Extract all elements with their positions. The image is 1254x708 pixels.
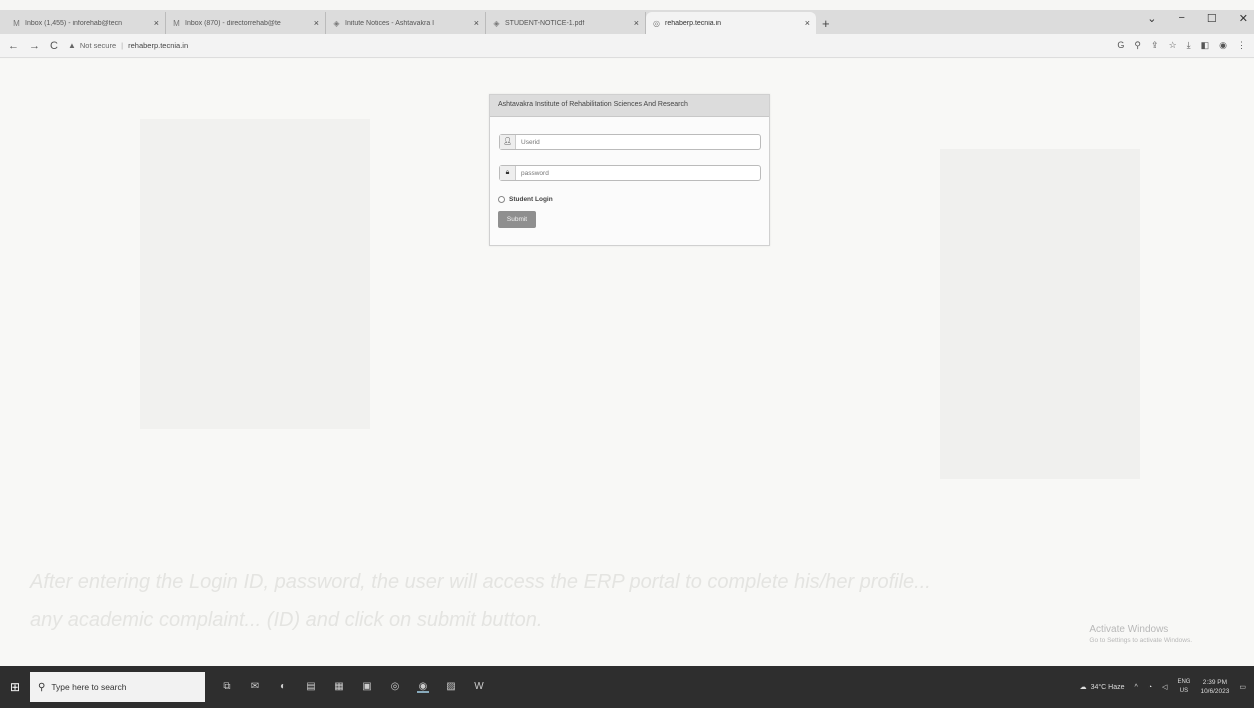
clock-time: 2:39 PM [1202, 679, 1228, 686]
site-icon: ◈ [333, 18, 340, 28]
download-icon[interactable]: ⤓ [1187, 40, 1191, 51]
lang-code: ENG [1177, 679, 1191, 685]
weather-widget[interactable]: ☁ 34°C Haze [1079, 683, 1125, 692]
back-icon[interactable]: ← [8, 40, 19, 52]
close-icon[interactable]: × [805, 18, 810, 28]
browser-toolbar: ← → C ▲ Not secure | rehaberp.tecnia.in … [0, 34, 1254, 58]
tab-strip: M Inbox (1,455) - inforehab@tecn × M Inb… [0, 10, 1254, 34]
background-text: After entering the Login ID, password, t… [30, 571, 931, 593]
close-icon[interactable]: × [154, 18, 159, 28]
forward-icon[interactable]: → [29, 40, 40, 52]
search-icon: ⚲ [38, 681, 46, 693]
word-icon[interactable]: W [473, 681, 485, 693]
sidepanel-icon[interactable]: ◧ [1201, 40, 1210, 51]
toolbar-icons: G ⚲ ⇪ ☆ ⤓ ◧ ◉ ⋮ [1117, 40, 1246, 51]
warning-icon: ▲ [67, 41, 76, 50]
gmail-icon: M [173, 18, 180, 28]
taskbar-apps: ⧉ ✉ ◐ ▤ ▦ ▣ ◎ ◉ ▨ W [221, 681, 485, 693]
student-login-radio[interactable] [498, 196, 505, 203]
volume-icon[interactable]: ◁ [1162, 683, 1167, 691]
security-label: Not secure [79, 41, 117, 50]
background-text: any academic complaint... (ID) and click… [30, 609, 543, 631]
browser-tab[interactable]: ◈ Initute Notices - Ashtavakra I × [326, 12, 486, 34]
username-field: 👤︎ [499, 134, 761, 150]
activate-windows-watermark: Activate Windows Go to Settings to activ… [1089, 624, 1192, 644]
lang-region: US [1179, 688, 1189, 694]
minimize-button[interactable]: − [1178, 12, 1184, 25]
user-icon: 👤︎ [500, 135, 516, 149]
tab-title: STUDENT-NOTICE-1.pdf [505, 19, 585, 27]
student-login-option[interactable]: Student Login [498, 196, 553, 203]
new-tab-button[interactable]: + [822, 16, 830, 31]
browser-tab[interactable]: ◈ STUDENT-NOTICE-1.pdf × [486, 12, 646, 34]
browser-tab[interactable]: M Inbox (1,455) - inforehab@tecn × [6, 12, 166, 34]
student-login-label: Student Login [509, 196, 553, 203]
chrome-icon[interactable]: ◎ [389, 681, 401, 693]
star-icon[interactable]: ☆ [1169, 40, 1177, 51]
close-window-button[interactable]: ✕ [1239, 12, 1248, 25]
weather-text: 34°C Haze [1090, 683, 1125, 691]
file-explorer-icon[interactable]: ▤ [305, 681, 317, 693]
language-indicator[interactable]: ENG US [1177, 678, 1190, 696]
chrome-active-icon[interactable]: ◉ [417, 681, 429, 693]
reload-icon[interactable]: C [50, 40, 58, 52]
photos-icon[interactable]: ▨ [445, 681, 457, 693]
chevron-down-icon[interactable]: ⌄ [1147, 12, 1156, 25]
site-icon: ◈ [493, 18, 500, 28]
taskbar: ⊞ ⚲ Type here to search ⧉ ✉ ◐ ▤ ▦ ▣ ◎ ◉ … [0, 666, 1254, 708]
tab-title: Inbox (870) - directorrehab@te [185, 19, 281, 27]
browser-tab-active[interactable]: ◎ rehaberp.tecnia.in × [646, 12, 816, 34]
calendar-icon[interactable]: ▣ [361, 681, 373, 693]
close-icon[interactable]: × [314, 18, 319, 28]
notification-icon[interactable]: ▭ [1239, 683, 1246, 691]
profile-icon[interactable]: ◉ [1219, 40, 1227, 51]
lock-icon: 🔒︎ [500, 166, 516, 180]
system-tray: ☁ 34°C Haze ^ ◔ ◁ ENG US 2:39 PM 10/6/20… [1080, 666, 1246, 708]
google-icon[interactable]: G [1117, 40, 1124, 51]
close-icon[interactable]: × [634, 18, 639, 28]
tab-title: Inbox (1,455) - inforehab@tecn [25, 19, 122, 27]
watermark-title: Activate Windows [1089, 624, 1169, 635]
search-placeholder: Type here to search [51, 682, 127, 692]
task-view-icon[interactable]: ⧉ [221, 681, 233, 693]
close-icon[interactable]: × [474, 18, 479, 28]
weather-icon: ☁ [1079, 684, 1087, 691]
username-input[interactable] [516, 135, 760, 149]
network-icon[interactable]: ◔ [1148, 684, 1152, 691]
password-field: 🔒︎ [499, 165, 761, 181]
clock[interactable]: 2:39 PM 10/6/2023 [1200, 678, 1229, 696]
password-input[interactable] [516, 166, 760, 180]
mail-icon[interactable]: ✉ [249, 681, 261, 693]
address-bar[interactable]: ▲ Not secure | rehaberp.tecnia.in [68, 37, 1107, 55]
tab-title: rehaberp.tecnia.in [665, 19, 722, 27]
zoom-icon[interactable]: ⚲ [1134, 40, 1141, 51]
watermark-subtitle: Go to Settings to activate Windows. [1089, 637, 1192, 644]
edge-icon[interactable]: ◐ [277, 681, 289, 693]
browser-tab[interactable]: M Inbox (870) - directorrehab@te × [166, 12, 326, 34]
gmail-icon: M [13, 18, 20, 28]
chevron-up-icon[interactable]: ^ [1135, 684, 1138, 691]
share-icon[interactable]: ⇪ [1151, 40, 1159, 51]
clock-date: 10/6/2023 [1200, 688, 1230, 695]
store-icon[interactable]: ▦ [333, 681, 345, 693]
globe-icon: ◎ [653, 18, 660, 28]
taskbar-search[interactable]: ⚲ Type here to search [30, 672, 205, 702]
submit-button[interactable]: Submit [498, 211, 536, 228]
tab-title: Initute Notices - Ashtavakra I [345, 19, 435, 27]
login-panel-title: Ashtavakra Institute of Rehabilitation S… [490, 95, 769, 117]
background-shape [940, 149, 1140, 479]
window-controls: ⌄ − ☐ ✕ [1147, 12, 1248, 25]
divider: | [121, 41, 124, 50]
menu-icon[interactable]: ⋮ [1237, 40, 1246, 51]
windows-start-icon[interactable]: ⊞ [0, 680, 30, 694]
login-panel: Ashtavakra Institute of Rehabilitation S… [489, 94, 770, 246]
background-shape [140, 119, 370, 429]
page-content: Ashtavakra Institute of Rehabilitation S… [0, 59, 1254, 666]
url-text: rehaberp.tecnia.in [128, 41, 189, 50]
maximize-button[interactable]: ☐ [1207, 12, 1217, 25]
